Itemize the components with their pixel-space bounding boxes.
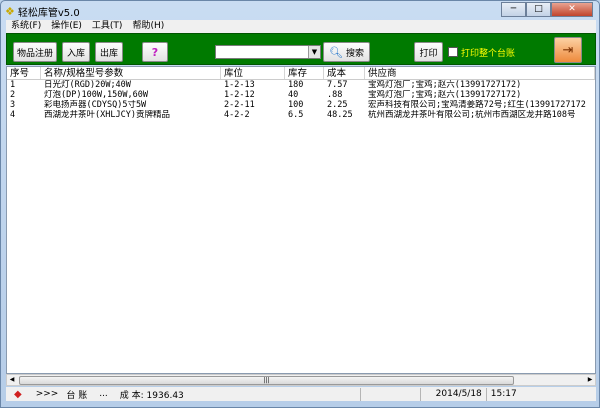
column-header-cost[interactable]: 成本 (324, 67, 365, 79)
scroll-left-icon[interactable]: ◀ (7, 375, 17, 385)
cell-supplier: 宏声科技有限公司;宝鸡清姜路72号;红生(13991727172 (368, 100, 586, 110)
cell-supplier: 宝鸡灯泡厂;宝鸡;赵六(13991727172) (368, 90, 522, 100)
column-header-id[interactable]: 序号 (7, 67, 41, 79)
close-button[interactable]: ✕ (551, 2, 593, 17)
app-window: ❖ 轻松库管v5.0 ─ □ ✕ 系统(F) 操作(E) 工具(T) 帮助(H)… (0, 0, 600, 408)
stock-out-button[interactable]: 出库 (95, 42, 123, 62)
status-empty-panel (359, 387, 420, 401)
scroll-right-icon[interactable]: ▶ (585, 375, 595, 385)
print-all-label[interactable]: 打印整个台账 (461, 46, 515, 59)
cell-name: 西湖龙井茶叶(XHLJCY)贡牌精品 (44, 110, 170, 120)
cell-stock: 6.5 (288, 110, 304, 120)
cell-cost: 2.25 (327, 100, 348, 110)
cell-location: 1-2-12 (224, 90, 255, 100)
stock-in-button[interactable]: 入库 (62, 42, 90, 62)
cell-location: 1-2-13 (224, 80, 255, 90)
cell-id: 2 (10, 90, 16, 100)
horizontal-scrollbar[interactable]: ◀ ||| ▶ (6, 374, 596, 386)
table-header: 序号 名称/规格型号参数 库位 库存 成本 供应商 (7, 67, 595, 80)
status-bar: ◆ >>> 台 账 ... 成 本: 1936.43 2014/5/18 15:… (6, 387, 596, 401)
menu-tools[interactable]: 工具(T) (87, 20, 128, 33)
cell-cost: 48.25 (327, 110, 353, 120)
cell-stock: 40 (288, 90, 299, 100)
column-header-supplier[interactable]: 供应商 (365, 67, 595, 79)
search-combo[interactable]: ▼ (215, 45, 321, 59)
chevron-down-icon[interactable]: ▼ (308, 46, 320, 58)
cell-id: 1 (10, 80, 16, 90)
print-button[interactable]: 打印 (414, 42, 443, 62)
status-diamond-icon: ◆ (14, 388, 22, 400)
search-button[interactable]: 🔍︎ 搜索 (323, 42, 370, 62)
status-dots: ... (99, 389, 108, 399)
column-header-location[interactable]: 库位 (221, 67, 285, 79)
menu-help[interactable]: 帮助(H) (127, 20, 169, 33)
table-row[interactable]: 2 灯泡(DP)100W,150W,60W 1-2-12 40 .88 宝鸡灯泡厂;宝鸡;… (7, 90, 595, 100)
cell-location: 2-2-11 (224, 100, 255, 110)
cell-cost: .88 (327, 90, 343, 100)
table-row[interactable]: 4 西湖龙井茶叶(XHLJCY)贡牌精品 4-2-2 6.5 48.25 杭州西湖龙井茶叶… (7, 110, 595, 120)
cell-id: 4 (10, 110, 16, 120)
inventory-table: 序号 名称/规格型号参数 库位 库存 成本 供应商 1 日光灯(RGD)20W;4… (6, 66, 596, 374)
cell-name: 日光灯(RGD)20W;40W (44, 80, 131, 90)
cell-location: 4-2-2 (224, 110, 250, 120)
title-bar: ❖ 轻松库管v5.0 (5, 3, 80, 19)
print-all-checkbox[interactable] (448, 47, 458, 57)
menu-operation[interactable]: 操作(E) (46, 20, 87, 33)
status-date: 2014/5/18 (419, 387, 486, 401)
column-header-name[interactable]: 名称/规格型号参数 (41, 67, 221, 79)
search-icon: 🔍︎ (329, 45, 343, 59)
scrollbar-thumb[interactable]: ||| (19, 376, 514, 385)
window-title: 轻松库管v5.0 (17, 7, 80, 19)
cell-stock: 100 (288, 100, 304, 110)
cell-stock: 180 (288, 80, 304, 90)
column-header-stock[interactable]: 库存 (285, 67, 324, 79)
status-ledger: 台 账 (66, 390, 88, 401)
register-item-button[interactable]: 物品注册 (13, 42, 57, 62)
cell-name: 彩电扬声器(CDYSQ)5寸5W (44, 100, 147, 110)
status-time: 15:17 (485, 387, 524, 401)
search-label: 搜索 (345, 48, 364, 59)
status-arrows: >>> (35, 389, 59, 399)
menu-system[interactable]: 系统(F) (6, 20, 46, 33)
minimize-button[interactable]: ─ (501, 2, 526, 17)
cell-id: 3 (10, 100, 16, 110)
exit-button[interactable]: ⇥ (554, 37, 582, 63)
menu-bar: 系统(F) 操作(E) 工具(T) 帮助(H) (6, 20, 596, 33)
cell-cost: 7.57 (327, 80, 348, 90)
help-button[interactable]: ? (142, 42, 168, 62)
cell-supplier: 宝鸡灯泡厂;宝鸡;赵六(13991727172) (368, 80, 522, 90)
table-row[interactable]: 1 日光灯(RGD)20W;40W 1-2-13 180 7.57 宝鸡灯泡厂;宝鸡;赵六… (7, 80, 595, 90)
cell-name: 灯泡(DP)100W,150W,60W (44, 90, 148, 100)
exit-door-icon: ⇥ (562, 42, 574, 58)
app-logo-icon: ❖ (5, 4, 15, 18)
toolbar: 物品注册 入库 出库 ? ▼ 🔍︎ 搜索 打印 打印整个台账 ⇥ (6, 33, 596, 65)
table-row[interactable]: 3 彩电扬声器(CDYSQ)5寸5W 2-2-11 100 2.25 宏声科技有限公司;宝… (7, 100, 595, 110)
help-bubble-icon: ? (151, 45, 159, 59)
cell-supplier: 杭州西湖龙井茶叶有限公司;杭州市西湖区龙井路108号 (368, 110, 576, 120)
maximize-button[interactable]: □ (526, 2, 551, 17)
status-total-cost: 成 本: 1936.43 (119, 390, 184, 401)
